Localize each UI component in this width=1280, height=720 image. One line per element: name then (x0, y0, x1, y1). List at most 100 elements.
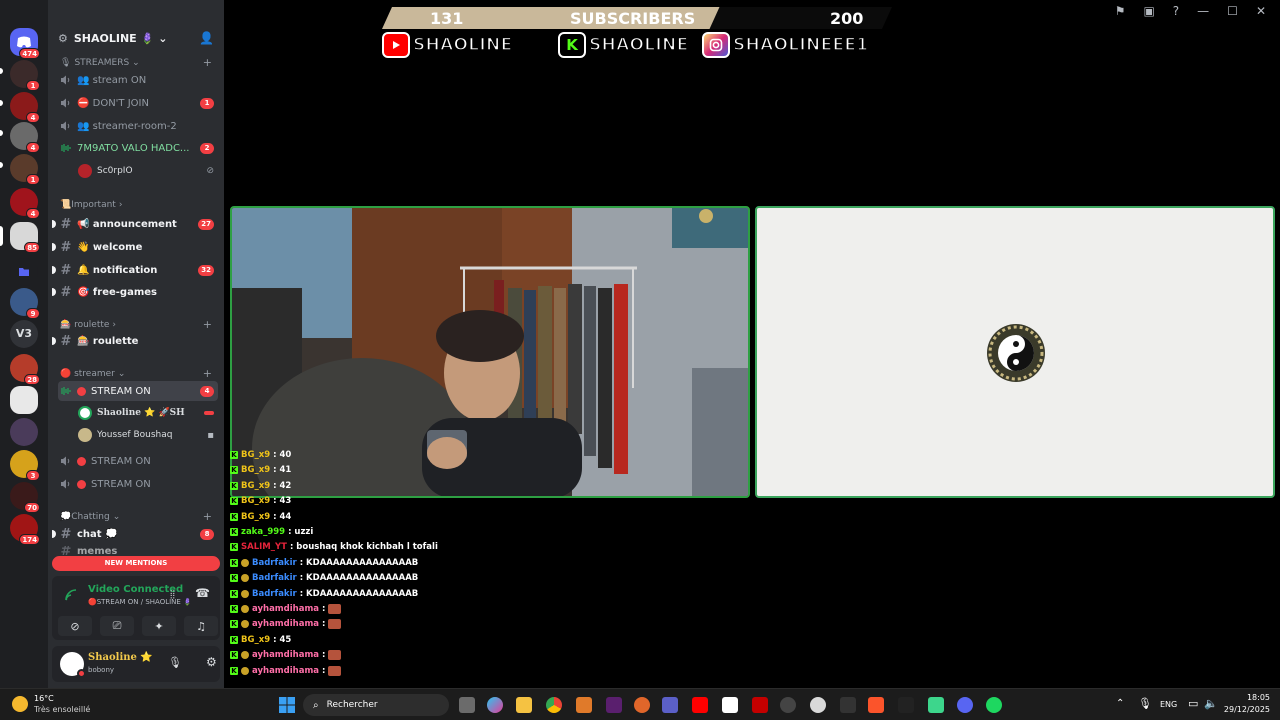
text-channel-announcement[interactable]: # 📢 announcement 27 (52, 214, 218, 234)
teams-icon[interactable] (662, 697, 678, 713)
server-icon[interactable]: 4 (10, 122, 40, 153)
gear-icon[interactable]: ⚙ (206, 655, 217, 669)
app-icon[interactable] (928, 697, 944, 713)
voice-channel-7m9ato[interactable]: 7M9ATO VALO HADC... 2 (58, 138, 218, 158)
spotify-icon[interactable] (986, 697, 1002, 713)
text-channel-chat[interactable]: # chat 💭 8 (52, 524, 218, 544)
server-icon[interactable]: 174 (10, 514, 40, 545)
copilot-icon[interactable] (487, 697, 503, 713)
chat-message: K BG_x9: 44 (230, 510, 291, 524)
flag-icon[interactable]: ⚑ (1115, 4, 1126, 18)
text-channel-welcome[interactable]: # 👋 welcome (52, 237, 218, 257)
file-explorer-icon[interactable] (516, 697, 532, 713)
weather-sun-icon[interactable] (12, 696, 28, 712)
voice-channel-stream-on-2[interactable]: STREAM ON (58, 451, 218, 471)
server-icon[interactable]: 70 (10, 482, 40, 513)
app-icon[interactable] (576, 697, 592, 713)
category-chatting[interactable]: 💭Chatting ⌄ + (60, 510, 212, 523)
voice-channel-stream-on-active[interactable]: STREAM ON 4 (58, 381, 218, 401)
username[interactable]: Shaoline ⭐ (88, 652, 153, 663)
voice-user-youssef[interactable]: Youssef Boushaq ▪ (78, 425, 218, 445)
server-icon[interactable] (10, 386, 38, 414)
weather-temperature[interactable]: 16°C (34, 694, 54, 703)
app-icon[interactable] (780, 697, 796, 713)
maximize-button[interactable]: ☐ (1227, 4, 1238, 18)
help-icon[interactable]: ? (1173, 4, 1179, 18)
minimize-button[interactable]: — (1197, 4, 1209, 18)
volume-icon[interactable]: 🔈 (1204, 697, 1218, 710)
webcam-video-tile[interactable] (230, 206, 750, 498)
app-icon[interactable] (606, 697, 622, 713)
voice-channel-stream-on-3[interactable]: STREAM ON (58, 474, 218, 494)
new-mentions-button[interactable]: NEW MENTIONS (52, 556, 220, 571)
youtube-taskbar-icon[interactable] (692, 697, 708, 713)
inbox-icon[interactable]: ▣ (1143, 4, 1154, 18)
avatar[interactable] (60, 652, 86, 678)
app-icon[interactable] (810, 697, 826, 713)
brave-icon[interactable] (868, 697, 884, 713)
netflix-icon[interactable] (752, 697, 768, 713)
voice-status-title[interactable]: Video Connected (88, 584, 183, 595)
add-member-icon[interactable]: 👤 (199, 31, 214, 45)
text-channel-roulette[interactable]: # 🎰 roulette (52, 331, 218, 351)
activities-button[interactable]: ✦ (142, 616, 176, 636)
soundboard-button[interactable]: ♫ (184, 616, 218, 636)
chevron-up-icon[interactable]: ⌃ (1116, 698, 1124, 709)
category-streamers[interactable]: 🎙 STREAMERS ⌄ + (60, 56, 212, 69)
add-channel-icon[interactable]: + (203, 510, 212, 523)
camera-off-button[interactable]: ⊘ (58, 616, 92, 636)
windows-start-icon[interactable] (279, 697, 295, 713)
category-roulette[interactable]: 🎰 roulette › + (60, 318, 212, 331)
network-icon[interactable]: ▭ (1188, 697, 1198, 710)
folder-icon[interactable] (10, 258, 38, 286)
server-icon[interactable]: 3 (10, 450, 40, 481)
app-icon[interactable] (722, 697, 738, 713)
server-icon[interactable]: 4 (10, 188, 40, 219)
task-view-icon[interactable] (459, 697, 475, 713)
server-icon[interactable]: 1 (10, 154, 40, 185)
microphone-icon[interactable]: 🎙 (168, 656, 182, 669)
voice-channel-dont-join[interactable]: ⛔ DON'T JOIN 1 (58, 93, 218, 113)
app-icon[interactable] (634, 697, 650, 713)
voice-user-sc0rpio[interactable]: Sc0rpIO ⊘ (78, 161, 218, 181)
noise-suppression-icon[interactable]: ⦙⦙ (170, 588, 175, 602)
server-icon[interactable] (10, 418, 38, 446)
add-channel-icon[interactable]: + (203, 318, 212, 331)
voice-channel-stream-on[interactable]: 👥 stream ON (58, 70, 218, 90)
discord-taskbar-icon[interactable] (957, 697, 973, 713)
server-header[interactable]: ⚙ SHAOLINE 🪻 ⌄ 👤 (48, 24, 224, 52)
category-important[interactable]: 📜Important › (60, 200, 212, 210)
chat-text: : (322, 619, 326, 630)
server-icon[interactable]: 28 (10, 354, 40, 385)
server-icon[interactable]: 1 (10, 60, 40, 91)
weather-description[interactable]: Très ensoleillé (34, 705, 90, 714)
screen-share-button[interactable]: ⎚ (100, 616, 134, 636)
disconnect-icon[interactable]: ☎ (195, 586, 210, 600)
screenshare-video-tile[interactable] (755, 206, 1275, 498)
voice-channel-subtitle[interactable]: 🔴STREAM ON / SHAOLINE 🪻 (88, 598, 192, 606)
server-icon-shaoline[interactable]: 85 (10, 222, 40, 253)
text-channel-notification[interactable]: # 🔔 notification 32 (52, 260, 218, 280)
close-button[interactable]: ✕ (1256, 4, 1266, 18)
add-channel-icon[interactable]: + (203, 367, 212, 380)
clock-time[interactable]: 18:05 (1226, 693, 1270, 702)
add-channel-icon[interactable]: + (203, 56, 212, 69)
chrome-icon[interactable] (546, 697, 562, 713)
app-icon[interactable] (840, 697, 856, 713)
text-channel-memes[interactable]: # memes (58, 546, 218, 556)
connection-signal-icon[interactable] (64, 588, 78, 602)
microphone-tray-icon[interactable]: 🎙 (1138, 697, 1152, 710)
text-channel-free-games[interactable]: # 🎯 free-games (52, 282, 218, 302)
tradingview-icon[interactable] (898, 697, 914, 713)
taskbar-search[interactable]: ⌕ Rechercher (303, 694, 449, 716)
server-icon-v3[interactable]: V3 (10, 320, 38, 348)
server-icon[interactable]: 9 (10, 288, 40, 319)
voice-channel-streamer-room-2[interactable]: 👥 streamer-room-2 (58, 116, 218, 136)
voice-user-shaoline[interactable]: Shaoline ⭐ 🚀SH (78, 403, 218, 423)
language-indicator[interactable]: ENG (1160, 700, 1177, 709)
home-button[interactable]: 474 (10, 28, 40, 59)
server-icon[interactable]: 4 (10, 92, 40, 123)
category-streamer[interactable]: 🔴 streamer ⌄ + (60, 367, 212, 380)
server-rail[interactable]: 474 1 4 4 1 4 85 9 V3 28 3 70 174 (0, 0, 48, 688)
clock-date[interactable]: 29/12/2025 (1222, 705, 1270, 714)
